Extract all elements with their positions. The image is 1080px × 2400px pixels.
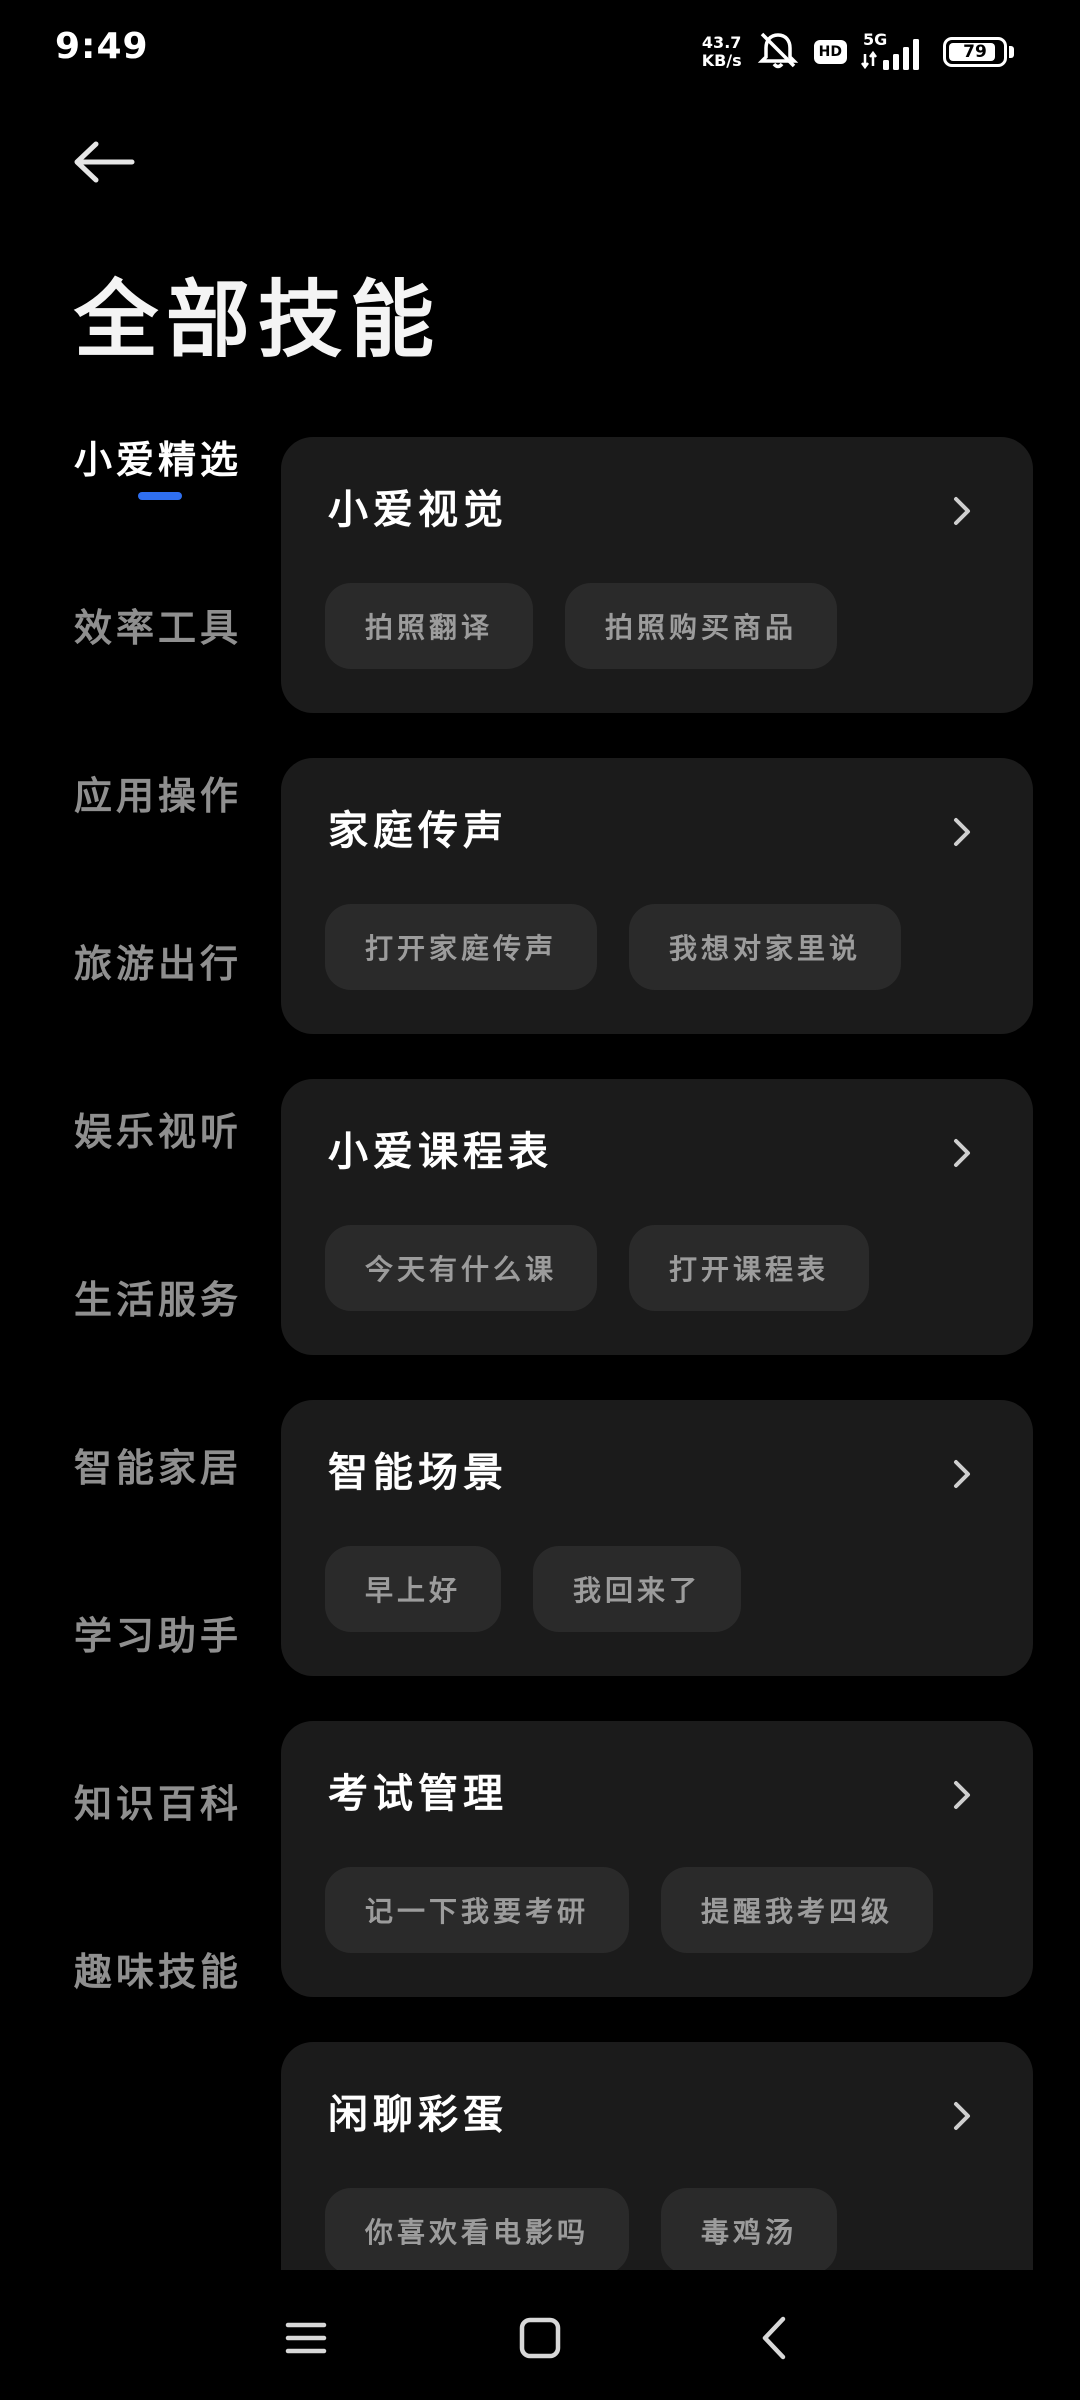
- skill-card[interactable]: 闲聊彩蛋 你喜欢看电影吗 毒鸡汤: [281, 2042, 1033, 2270]
- skill-chip-row: 打开家庭传声 我想对家里说: [325, 904, 902, 990]
- skill-card[interactable]: 小爱视觉 拍照翻译 拍照购买商品: [281, 437, 1033, 713]
- signal-icon: 5G: [861, 30, 929, 72]
- skill-card-list[interactable]: 小爱视觉 拍照翻译 拍照购买商品 家庭传声 打开家庭传声 我想对家里说 小爱课程…: [281, 437, 1033, 2270]
- category-label: 知识百科: [74, 1781, 243, 1826]
- chevron-right-icon[interactable]: [947, 1775, 977, 1815]
- mute-bell-icon: [756, 30, 800, 74]
- skill-chip[interactable]: 你喜欢看电影吗: [325, 2188, 630, 2270]
- skill-chip[interactable]: 记一下我要考研: [325, 1867, 630, 1953]
- skill-chip-row: 记一下我要考研 提醒我考四级: [325, 1867, 934, 1953]
- category-label: 生活服务: [74, 1277, 243, 1322]
- hd-badge: HD: [813, 40, 847, 64]
- category-item-encyclopedia[interactable]: 知识百科: [74, 1774, 254, 1942]
- category-item-life-services[interactable]: 生活服务: [74, 1270, 254, 1438]
- skill-chip-row: 今天有什么课 打开课程表: [325, 1225, 870, 1311]
- category-nav: 小爱精选 效率工具 应用操作 旅游出行 娱乐视听 生活服务 智能家居 学习助手 …: [74, 430, 254, 2110]
- network-speed-unit: KB/s: [701, 51, 742, 70]
- battery-indicator: 79: [943, 37, 1014, 67]
- skill-card[interactable]: 智能场景 早上好 我回来了: [281, 1400, 1033, 1676]
- category-item-app-operations[interactable]: 应用操作: [74, 766, 254, 934]
- category-label: 娱乐视听: [74, 1109, 243, 1154]
- skill-card-title: 考试管理: [328, 1770, 508, 1817]
- category-item-efficiency-tools[interactable]: 效率工具: [74, 598, 254, 766]
- category-label: 小爱精选: [74, 437, 243, 482]
- back-button[interactable]: [72, 136, 148, 192]
- skill-card-title: 家庭传声: [328, 807, 508, 854]
- category-item-smart-home[interactable]: 智能家居: [74, 1438, 254, 1606]
- skill-chip[interactable]: 今天有什么课: [325, 1225, 598, 1311]
- page-title: 全部技能: [74, 270, 443, 369]
- battery-level: 79: [963, 42, 987, 62]
- arrow-left-icon: [72, 140, 136, 188]
- skill-chip-row: 拍照翻译 拍照购买商品: [325, 583, 838, 669]
- skill-chip[interactable]: 毒鸡汤: [661, 2188, 838, 2270]
- category-label: 应用操作: [74, 773, 243, 818]
- home-button[interactable]: [510, 2310, 570, 2370]
- skill-chip-row: 你喜欢看电影吗 毒鸡汤: [325, 2188, 838, 2270]
- network-speed: 43.7 KB/s: [702, 34, 742, 70]
- system-nav-bar: [0, 2270, 1080, 2400]
- back-nav-button[interactable]: [744, 2310, 804, 2370]
- status-icons: 43.7 KB/s HD 5G 79: [702, 30, 1014, 74]
- skill-chip-row: 早上好 我回来了: [325, 1546, 742, 1632]
- category-item-travel[interactable]: 旅游出行: [74, 934, 254, 1102]
- category-label: 效率工具: [74, 605, 243, 650]
- active-category-indicator: [138, 492, 182, 500]
- skill-chip[interactable]: 打开课程表: [629, 1225, 870, 1311]
- skill-chip[interactable]: 打开家庭传声: [325, 904, 598, 990]
- skill-card-title: 智能场景: [328, 1449, 508, 1496]
- skill-chip[interactable]: 我想对家里说: [629, 904, 902, 990]
- skill-card-title: 小爱视觉: [328, 486, 508, 533]
- category-item-fun-skills[interactable]: 趣味技能: [74, 1942, 254, 2110]
- skill-chip[interactable]: 早上好: [325, 1546, 502, 1632]
- back-chevron-icon: [756, 2314, 792, 2366]
- chevron-right-icon[interactable]: [947, 1133, 977, 1173]
- battery-cap: [1009, 46, 1014, 58]
- status-time: 9:49: [55, 26, 149, 67]
- skill-chip[interactable]: 提醒我考四级: [661, 1867, 934, 1953]
- category-label: 趣味技能: [74, 1949, 243, 1994]
- skill-card[interactable]: 小爱课程表 今天有什么课 打开课程表: [281, 1079, 1033, 1355]
- skill-chip[interactable]: 拍照翻译: [325, 583, 534, 669]
- network-speed-value: 43.7: [701, 33, 742, 52]
- chevron-right-icon[interactable]: [947, 812, 977, 852]
- category-label: 旅游出行: [74, 941, 243, 986]
- status-bar: 9:49 43.7 KB/s HD 5G 79: [0, 0, 1080, 100]
- skill-card[interactable]: 家庭传声 打开家庭传声 我想对家里说: [281, 758, 1033, 1034]
- chevron-right-icon[interactable]: [947, 491, 977, 531]
- category-item-study-assistant[interactable]: 学习助手: [74, 1606, 254, 1774]
- chevron-right-icon[interactable]: [947, 1454, 977, 1494]
- skill-card[interactable]: 考试管理 记一下我要考研 提醒我考四级: [281, 1721, 1033, 1997]
- category-item-featured[interactable]: 小爱精选: [74, 430, 254, 598]
- recent-apps-button[interactable]: [276, 2310, 336, 2370]
- skill-card-title: 闲聊彩蛋: [328, 2091, 508, 2138]
- skill-chip[interactable]: 我回来了: [533, 1546, 742, 1632]
- category-label: 智能家居: [74, 1445, 243, 1490]
- skill-chip[interactable]: 拍照购买商品: [565, 583, 838, 669]
- chevron-right-icon[interactable]: [947, 2096, 977, 2136]
- category-label: 学习助手: [74, 1613, 243, 1658]
- battery-icon: 79: [943, 37, 1007, 67]
- category-item-entertainment[interactable]: 娱乐视听: [74, 1102, 254, 1270]
- skill-card-title: 小爱课程表: [328, 1128, 553, 1175]
- home-square-icon: [518, 2316, 562, 2364]
- menu-icon: [284, 2318, 328, 2362]
